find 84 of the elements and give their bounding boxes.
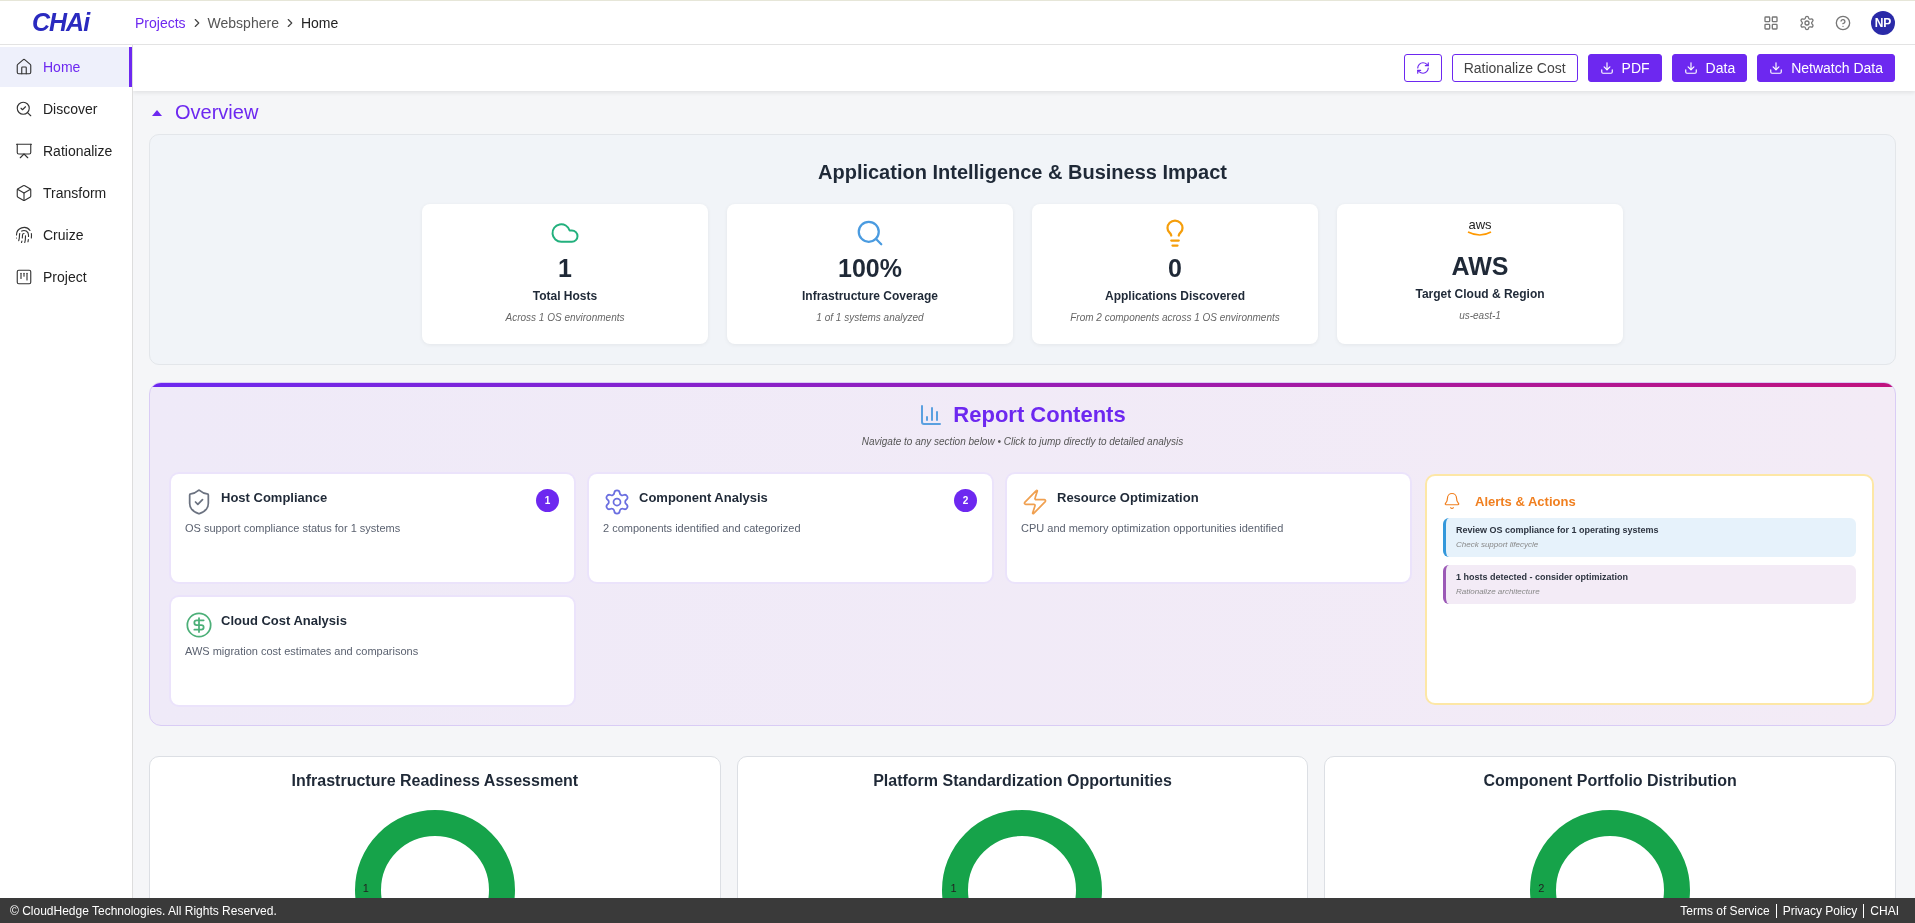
search-icon	[855, 218, 885, 248]
breadcrumb-link[interactable]: Websphere	[207, 14, 279, 31]
metric-note: 1 of 1 systems analyzed	[816, 312, 924, 323]
section-description: 2 components identified and categorized	[603, 522, 802, 534]
download-button[interactable]: PDF	[1587, 54, 1662, 82]
sidebar-item[interactable]: Discover	[0, 89, 132, 129]
section-title: Cloud Cost Analysis	[221, 613, 347, 628]
alert-title: 1 hosts detected - consider optimization	[1456, 572, 1630, 582]
alert-title: Review OS compliance for 1 operating systems	[1456, 525, 1660, 535]
metric-label: Infrastructure Coverage	[801, 289, 938, 303]
section-description: CPU and memory optimization opportunities identified	[1021, 522, 1285, 534]
fingerprint-icon	[15, 226, 33, 244]
chart-title: Component Portfolio Distribution	[1483, 772, 1737, 790]
overview-toggle[interactable]: Overview	[149, 91, 259, 134]
metric-label: Applications Discovered	[1104, 289, 1245, 303]
alerts-title: Alerts & Actions	[1475, 493, 1576, 509]
footer-link[interactable]: Terms of Service	[1674, 903, 1776, 918]
count-badge: 2	[954, 489, 977, 512]
chart-label: 2	[1538, 882, 1545, 894]
report-title: Report Contents	[953, 402, 1126, 428]
section-card[interactable]: Component Analysis 2 components identified and categorized 2	[589, 474, 992, 582]
download-button[interactable]: Netwatch Data	[1757, 54, 1895, 82]
chart-title: Platform Standardization Opportunities	[873, 772, 1172, 790]
metric-value: 100%	[838, 254, 902, 283]
app-logo[interactable]: CHAi	[32, 8, 135, 37]
section-card[interactable]: Host Compliance OS support compliance status for 1 systems 1	[171, 474, 574, 582]
lightning-icon	[1021, 488, 1049, 516]
magnifier-icon	[15, 100, 33, 118]
alert-item[interactable]: 1 hosts detected - consider optimization Rationalize architecture	[1443, 565, 1856, 604]
alert-item[interactable]: Review OS compliance for 1 operating systems Check support lifecycle	[1443, 518, 1856, 557]
metric-label: Target Cloud & Region	[1415, 287, 1545, 301]
section-card[interactable]: Resource Optimization CPU and memory optimization opportunities identified	[1007, 474, 1410, 582]
bell-icon	[1443, 492, 1461, 510]
settings-icon[interactable]	[1799, 14, 1815, 31]
section-title: Component Analysis	[639, 490, 768, 505]
copyright-text: © CloudHedge Technologies. All Rights Reserved.	[10, 903, 277, 918]
download-button[interactable]: Data	[1671, 54, 1748, 82]
section-title: Resource Optimization	[1057, 490, 1199, 505]
user-avatar[interactable]: NP	[1871, 10, 1895, 35]
sidebar-item[interactable]: Rationalize	[0, 131, 132, 171]
footer-link[interactable]: CHAI	[1863, 903, 1905, 918]
toolbar-button[interactable]: Rationalize Cost	[1451, 54, 1578, 82]
help-icon[interactable]	[1835, 14, 1851, 31]
chart-label: 1	[950, 882, 957, 894]
metric-value: 0	[1168, 254, 1182, 283]
alert-note: Check support lifecycle	[1456, 540, 1540, 549]
alert-note: Rationalize architecture	[1456, 587, 1541, 596]
gear-icon	[603, 488, 631, 516]
download-icon	[1599, 61, 1614, 75]
bar-chart-icon	[919, 403, 944, 427]
metric-note: From 2 components across 1 OS environments	[1070, 312, 1280, 323]
dollar-icon	[185, 611, 213, 639]
panel-title: Application Intelligence & Business Impact	[818, 161, 1227, 184]
download-icon	[1683, 61, 1698, 75]
chart-title: Infrastructure Readiness Assessment	[291, 772, 579, 790]
sidebar-item[interactable]: Transform	[0, 173, 132, 213]
metric-note: Across 1 OS environments	[505, 312, 625, 323]
metric-note: us-east-1	[1459, 310, 1501, 321]
section-description: AWS migration cost estimates and comparisons	[185, 645, 420, 657]
section-description: OS support compliance status for 1 systems	[185, 522, 402, 534]
metric-label: Total Hosts	[532, 289, 598, 303]
section-title: Host Compliance	[221, 490, 328, 505]
count-badge: 1	[536, 489, 559, 512]
download-icon	[1769, 61, 1784, 75]
grid-icon[interactable]	[1763, 14, 1779, 31]
section-card[interactable]: Cloud Cost Analysis AWS migration cost estimates and comparisons	[171, 597, 574, 705]
metric-value: 1	[558, 254, 572, 283]
house-icon	[15, 58, 33, 76]
refresh-icon	[1415, 61, 1430, 75]
cube-icon	[15, 184, 33, 202]
breadcrumb-link[interactable]: Home	[300, 14, 339, 31]
sidebar-item[interactable]: Project	[0, 257, 132, 297]
metric-value: AWS	[1451, 252, 1509, 281]
breadcrumb-link[interactable]: Projects	[135, 14, 186, 31]
sidebar-item[interactable]: Cruize	[0, 215, 132, 255]
kanban-icon	[15, 268, 33, 286]
aws-logo: aws	[1467, 218, 1493, 246]
footer-link[interactable]: Privacy Policy	[1775, 903, 1864, 918]
caret-icon	[151, 108, 163, 117]
chart-label: 1	[362, 882, 369, 894]
presentation-chart-icon	[15, 142, 33, 160]
refresh-button[interactable]	[1403, 54, 1442, 82]
report-subtitle: Navigate to any section below • Click to jump directly to detailed analysis	[860, 436, 1185, 447]
sidebar-item[interactable]: Home	[0, 47, 132, 87]
